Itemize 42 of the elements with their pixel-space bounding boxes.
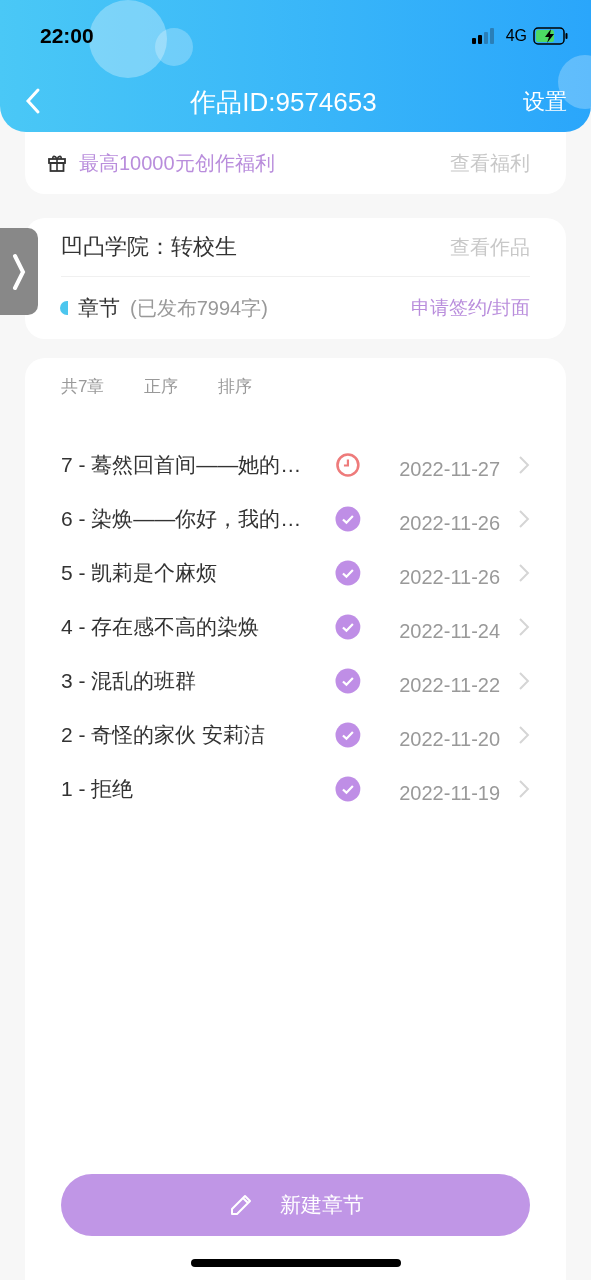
work-title: 凹凸学院：转校生 (61, 233, 238, 261)
chevron-icon[interactable] (518, 509, 530, 529)
section-marker-icon (60, 301, 68, 315)
chapter-date: 2022-11-26 (398, 511, 501, 535)
side-panel-tab[interactable] (0, 228, 38, 315)
clock-icon (335, 452, 361, 478)
chapter-title[interactable]: 6 - 染焕——你好，我的… (61, 505, 336, 533)
chapter-title[interactable]: 2 - 奇怪的家伙 安莉洁 (61, 721, 336, 749)
chapter-title[interactable]: 5 - 凯莉是个麻烦 (61, 559, 336, 587)
chevron-icon[interactable] (518, 671, 530, 691)
chevron-icon[interactable] (518, 779, 530, 799)
chapter-title[interactable]: 7 - 蓦然回首间——她的… (61, 451, 336, 479)
word-count: (已发布7994字) (130, 295, 269, 321)
chapter-title[interactable]: 1 - 拒绝 (61, 775, 336, 803)
network-label: 4G (505, 27, 527, 45)
chapter-date: 2022-11-19 (398, 781, 501, 805)
section-label: 章节 (78, 295, 120, 321)
chevron-icon[interactable] (518, 725, 530, 745)
gift-icon (47, 153, 67, 173)
benefit-text: 最高10000元创作福利 (79, 150, 276, 176)
check-icon (335, 506, 361, 532)
chevron-icon (12, 251, 26, 292)
chevron-icon[interactable] (518, 455, 530, 475)
chapter-date: 2022-11-24 (398, 619, 501, 643)
chapter-date: 2022-11-22 (398, 673, 501, 697)
chapter-total: 共7章 (61, 375, 105, 398)
battery-icon (533, 27, 569, 45)
check-icon (335, 668, 361, 694)
chapter-date: 2022-11-27 (398, 457, 501, 481)
clock-time: 22:00 (40, 24, 95, 48)
check-icon (335, 722, 361, 748)
chapter-title[interactable]: 4 - 存在感不高的染焕 (61, 613, 336, 641)
check-icon (335, 776, 361, 802)
page-title: 作品ID:9574653 (189, 85, 378, 119)
chapter-date: 2022-11-26 (398, 565, 501, 589)
back-icon (25, 87, 41, 115)
chevron-icon[interactable] (518, 563, 530, 583)
check-icon (335, 560, 361, 586)
chapter-title[interactable]: 3 - 混乱的班群 (61, 667, 336, 695)
chevron-icon[interactable] (518, 617, 530, 637)
check-icon (335, 614, 361, 640)
chapter-date: 2022-11-20 (398, 727, 501, 751)
